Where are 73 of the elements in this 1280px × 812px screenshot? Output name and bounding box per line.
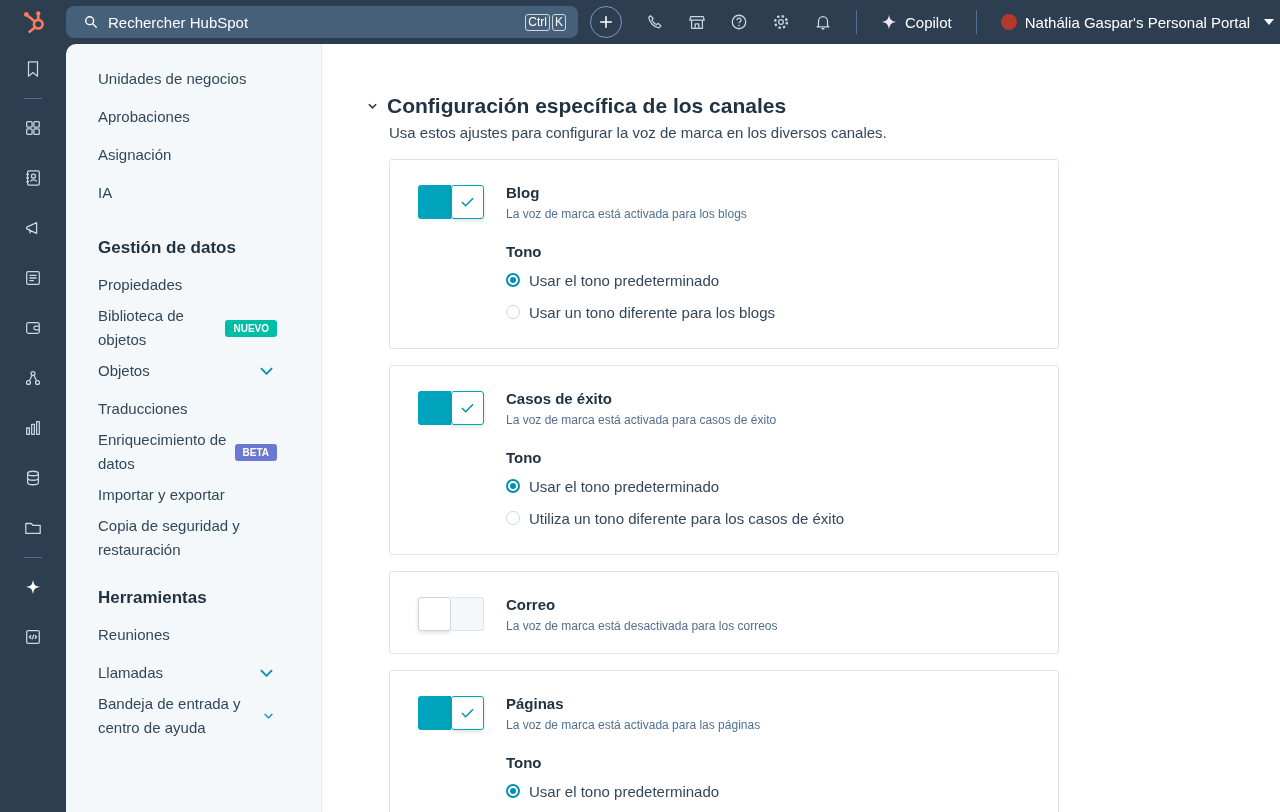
search-input[interactable]: Rechercher HubSpot — [106, 12, 518, 32]
channel-status: La voz de marca está desactivada para los correos — [506, 619, 778, 633]
settings-icon[interactable] — [772, 13, 790, 31]
status-tag: NUEVO — [225, 319, 277, 337]
sidebar-link[interactable]: Aprobaciones — [98, 105, 190, 129]
sidebar-link[interactable]: Enriquecimiento de datos — [98, 428, 229, 476]
sparkle-icon — [881, 14, 897, 30]
check-icon — [461, 708, 474, 718]
section-title: Configuración específica de los canales — [387, 94, 787, 118]
channel-status: La voz de marca está activada para los blogs — [506, 207, 748, 221]
chevron-down-icon[interactable] — [260, 367, 273, 375]
section-description: Usa estos ajustes para configurar la voz de marca en los diversos canales. — [389, 124, 888, 141]
channel-name: Páginas — [506, 695, 565, 712]
check-icon — [461, 403, 474, 413]
field-label: Tono — [506, 754, 543, 771]
radio-label[interactable]: Utiliza un tono diferente para los casos de éxito — [529, 509, 845, 527]
radio-button[interactable] — [506, 479, 520, 493]
keyboard-key: Ctrl — [525, 13, 550, 31]
search-icon — [84, 15, 98, 29]
plus-icon — [599, 15, 613, 29]
status-tag: BETA — [234, 443, 277, 461]
sidebar-link[interactable]: Reuniones — [98, 623, 170, 647]
copilot-button[interactable]: Copilot — [881, 13, 952, 31]
phone-icon[interactable] — [646, 13, 664, 31]
channel-status: La voz de marca está activada para casos de éxito — [506, 413, 778, 427]
channel-name: Correo — [506, 596, 557, 613]
channel-status: La voz de marca está activada para las páginas — [506, 718, 761, 732]
radio-label[interactable]: Usar el tono predeterminado — [529, 271, 720, 289]
sidebar-link[interactable]: Asignación — [98, 143, 172, 167]
radio-button[interactable] — [506, 784, 520, 798]
toggle-switch[interactable] — [418, 391, 484, 425]
sidebar-link[interactable]: Unidades de negocios — [98, 67, 247, 91]
document-icon[interactable] — [24, 269, 42, 287]
grid-icon[interactable] — [24, 119, 42, 137]
help-icon[interactable] — [730, 13, 748, 31]
bars-icon[interactable] — [24, 419, 42, 437]
notifications-icon[interactable] — [814, 13, 832, 31]
channel-name: Blog — [506, 184, 541, 201]
keyboard-key: K — [552, 13, 566, 31]
radio-label[interactable]: Usar el tono predeterminado — [529, 477, 720, 495]
toggle-switch[interactable] — [418, 696, 484, 730]
field-label: Tono — [506, 449, 543, 466]
radio-button[interactable] — [506, 273, 520, 287]
sidebar-link[interactable]: IA — [98, 181, 113, 205]
sidebar-link[interactable]: Importar y exportar — [98, 483, 225, 507]
sidebar-link[interactable]: Llamadas — [98, 661, 164, 685]
database-icon[interactable] — [24, 469, 42, 487]
chevron-down-icon[interactable] — [264, 712, 273, 720]
wallet-icon[interactable] — [24, 319, 42, 337]
radio-label[interactable]: Usar el tono predeterminado — [529, 782, 720, 800]
account-menu[interactable]: Nathália Gaspar's Personal Portal — [1000, 13, 1275, 31]
search-field[interactable]: Rechercher HubSpot Ctrl K — [66, 6, 578, 38]
chevron-down-icon[interactable] — [260, 669, 273, 677]
store-icon[interactable] — [688, 13, 706, 31]
sidebar-link[interactable]: Traducciones — [98, 397, 188, 421]
chevron-icon[interactable] — [368, 103, 377, 109]
sidebar-link[interactable]: Propiedades — [98, 273, 183, 297]
sidebar-link[interactable]: Objetos — [98, 359, 150, 383]
network-icon[interactable] — [24, 369, 42, 387]
sidebar-link[interactable]: Bandeja de entrada y centro de ayuda — [98, 692, 258, 740]
contacts-icon[interactable] — [24, 169, 42, 187]
field-label: Tono — [506, 243, 543, 260]
section-heading: Gestión de datos — [98, 238, 237, 258]
toggle-switch[interactable] — [418, 597, 484, 631]
check-icon — [461, 197, 474, 207]
caret-icon — [1264, 19, 1275, 25]
code-icon[interactable] — [24, 628, 42, 646]
section-heading: Herramientas — [98, 588, 208, 608]
sidebar-link[interactable]: Biblioteca de objetos — [98, 304, 220, 352]
toggle-switch[interactable] — [418, 185, 484, 219]
radio-label[interactable]: Usar un tono diferente para los blogs — [529, 303, 775, 321]
sidebar-link[interactable]: Copia de seguridad y restauración — [98, 514, 258, 562]
channel-name: Casos de éxito — [506, 390, 613, 407]
